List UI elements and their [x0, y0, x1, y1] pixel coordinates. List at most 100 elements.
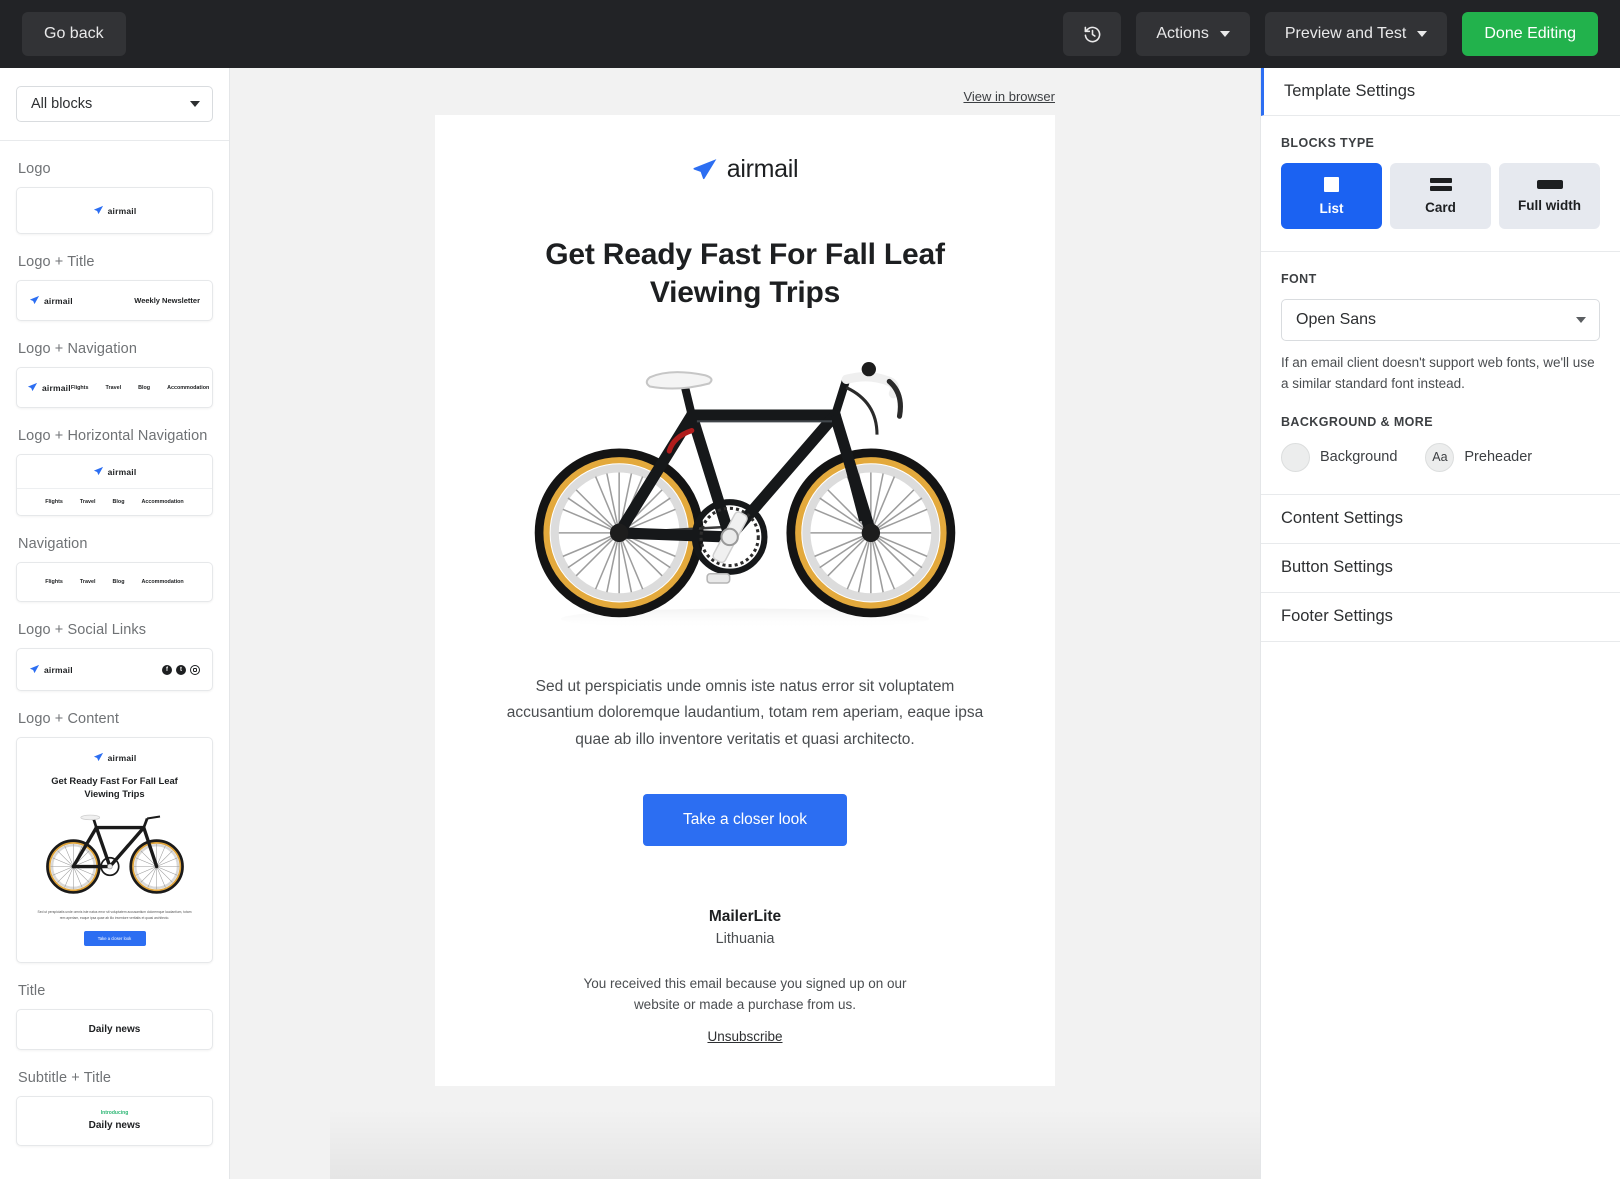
- block-thumbnail-logo-horizontal-navigation[interactable]: airmail Flights Travel Blog Accommodatio…: [16, 454, 213, 516]
- done-editing-label: Done Editing: [1484, 25, 1576, 42]
- block-label: Title: [18, 982, 46, 999]
- preheader-control[interactable]: Aa Preheader: [1425, 442, 1533, 472]
- block-label: Subtitle + Title: [18, 1069, 112, 1086]
- footer-note: You received this email because you sign…: [583, 975, 907, 1013]
- email-headline[interactable]: Get Ready Fast For Fall Leaf Viewing Tri…: [435, 236, 1055, 312]
- logo-word: airmail: [44, 664, 73, 675]
- block-group-logo-social-links: Logo + Social Links airmail f t: [0, 622, 229, 691]
- block-group-logo-navigation: Logo + Navigation airmail Flights Travel…: [0, 341, 229, 408]
- thumbnail-cta-button[interactable]: Take a closer look: [83, 930, 146, 946]
- actions-dropdown-button[interactable]: Actions: [1136, 12, 1250, 56]
- canvas-bottom-shadow: [330, 1109, 1260, 1179]
- font-value: Open Sans: [1296, 311, 1377, 328]
- template-settings-header[interactable]: Template Settings: [1261, 68, 1620, 116]
- block-group-subtitle-title: Subtitle + Title Introducing Daily news: [0, 1070, 229, 1146]
- block-group-logo-horizontal-navigation: Logo + Horizontal Navigation airmail Fli…: [0, 428, 229, 516]
- blocks-type-label: Full width: [1518, 197, 1581, 213]
- blocks-list[interactable]: Logo airmail Logo + Title airmail Weekly…: [0, 141, 229, 1179]
- nav-item: Flights: [70, 384, 89, 391]
- email-footer[interactable]: MailerLite Lithuania You received this e…: [435, 908, 1055, 1086]
- block-label: Logo + Title: [18, 254, 95, 270]
- chevron-down-icon: [1417, 31, 1428, 37]
- block-thumbnail-navigation[interactable]: Flights Travel Blog Accommodation: [16, 562, 213, 602]
- view-in-browser-row: View in browser: [435, 68, 1055, 115]
- view-in-browser-link[interactable]: View in browser: [963, 89, 1055, 104]
- email-preview-canvas: View in browser airmail Get Ready Fast F…: [230, 68, 1260, 1179]
- take-a-closer-look-button[interactable]: Take a closer look: [642, 793, 848, 846]
- thumbnail-nav: Flights Travel Blog Accommodation: [71, 385, 209, 391]
- block-thumbnail-subtitle-title[interactable]: Introducing Daily news: [16, 1095, 213, 1146]
- block-thumbnail-logo-title[interactable]: airmail Weekly Newsletter: [16, 280, 213, 321]
- logo-word: airmail: [107, 752, 137, 763]
- thumbnail-title: Weekly Newsletter: [134, 296, 200, 305]
- blocks-type-card-option[interactable]: Card: [1390, 163, 1491, 229]
- instagram-icon: [190, 664, 200, 675]
- footer-settings-row[interactable]: Footer Settings: [1261, 593, 1620, 642]
- block-label: Logo + Horizontal Navigation: [18, 428, 208, 444]
- preheader-label: Preheader: [1464, 449, 1533, 466]
- blocks-type-label: Card: [1425, 199, 1456, 215]
- actions-label: Actions: [1156, 25, 1209, 42]
- footer-brand: MailerLite: [708, 907, 782, 925]
- logo-word: airmail: [107, 466, 137, 477]
- blocks-filter-select[interactable]: All blocks: [16, 86, 213, 122]
- thumbnail-title: Daily news: [88, 1119, 141, 1131]
- font-section: FONT Open Sans If an email client doesn'…: [1261, 252, 1620, 495]
- block-label: Logo + Content: [18, 711, 119, 727]
- thumbnail-kicker: Introducing: [100, 1109, 129, 1116]
- content-settings-row[interactable]: Content Settings: [1261, 495, 1620, 544]
- block-group-title: Title Daily news: [0, 983, 229, 1050]
- preview-and-test-button[interactable]: Preview and Test: [1264, 12, 1448, 56]
- blocks-type-list-option[interactable]: List: [1281, 163, 1382, 229]
- nav-item: Blog: [138, 384, 151, 391]
- block-thumbnail-logo-social-links[interactable]: airmail f t: [16, 648, 213, 691]
- paper-plane-icon: [693, 158, 717, 179]
- go-back-button[interactable]: Go back: [22, 12, 126, 56]
- block-group-logo-title: Logo + Title airmail Weekly Newsletter: [0, 254, 229, 321]
- wide-bar-icon: [1536, 179, 1563, 189]
- background-color-control[interactable]: Background: [1281, 442, 1397, 472]
- two-bars-icon: [1429, 177, 1452, 191]
- blocks-sidebar: All blocks Logo airmail Logo + Title air…: [0, 68, 230, 1179]
- facebook-icon: f: [162, 664, 172, 675]
- airmail-logo: airmail: [93, 205, 137, 216]
- paper-plane-icon: [93, 752, 103, 762]
- thumbnail-headline: Get Ready Fast For Fall Leaf Viewing Tri…: [51, 775, 178, 799]
- block-label: Navigation: [18, 536, 88, 552]
- footer-country: Lithuania: [715, 930, 775, 947]
- email-paragraph[interactable]: Sed ut perspiciatis unde omnis iste natu…: [435, 674, 1055, 754]
- block-thumbnail-logo[interactable]: airmail: [16, 187, 213, 234]
- font-hint: If an email client doesn't support web f…: [1281, 355, 1595, 391]
- toolbar-actions-group: Actions Preview and Test Done Editing: [1063, 12, 1598, 56]
- block-thumbnail-logo-content[interactable]: airmail Get Ready Fast For Fall Leaf Vie…: [16, 737, 213, 963]
- email-cta-wrap: Take a closer look: [435, 793, 1055, 846]
- logo-word: airmail: [42, 382, 71, 393]
- app-body: All blocks Logo airmail Logo + Title air…: [0, 68, 1620, 1179]
- blocks-type-full-width-option[interactable]: Full width: [1499, 163, 1600, 229]
- email-logo[interactable]: airmail: [435, 155, 1055, 184]
- block-group-logo-content: Logo + Content airmail Get Ready Fast Fo…: [0, 711, 229, 963]
- top-toolbar: Go back Actions Preview and Test Done Ed…: [0, 0, 1620, 68]
- unsubscribe-link[interactable]: Unsubscribe: [707, 1029, 782, 1044]
- block-thumbnail-title[interactable]: Daily news: [16, 1008, 213, 1050]
- email-template[interactable]: airmail Get Ready Fast For Fall Leaf Vie…: [435, 115, 1055, 1086]
- background-and-more-row: Background Aa Preheader: [1281, 442, 1600, 472]
- logo-word: airmail: [44, 295, 73, 306]
- chevron-down-icon: [1576, 317, 1586, 323]
- paper-plane-icon: [29, 664, 40, 674]
- font-caption: FONT: [1281, 272, 1317, 286]
- font-select[interactable]: Open Sans: [1281, 299, 1600, 341]
- email-logo-word: airmail: [726, 155, 799, 183]
- block-thumbnail-logo-navigation[interactable]: airmail Flights Travel Blog Accommodatio…: [16, 367, 213, 408]
- nav-item: Accommodation: [141, 579, 184, 585]
- thumbnail-title: Daily news: [88, 1023, 141, 1035]
- email-hero-image-wrap[interactable]: [435, 350, 1055, 640]
- nav-item: Travel: [79, 499, 96, 505]
- paper-plane-icon: [29, 295, 40, 305]
- block-label: Logo + Navigation: [18, 341, 137, 357]
- history-button[interactable]: [1063, 12, 1122, 56]
- preview-and-test-label: Preview and Test: [1284, 25, 1407, 42]
- button-settings-row[interactable]: Button Settings: [1261, 544, 1620, 593]
- nav-item: Accommodation: [167, 384, 210, 391]
- done-editing-button[interactable]: Done Editing: [1462, 12, 1598, 56]
